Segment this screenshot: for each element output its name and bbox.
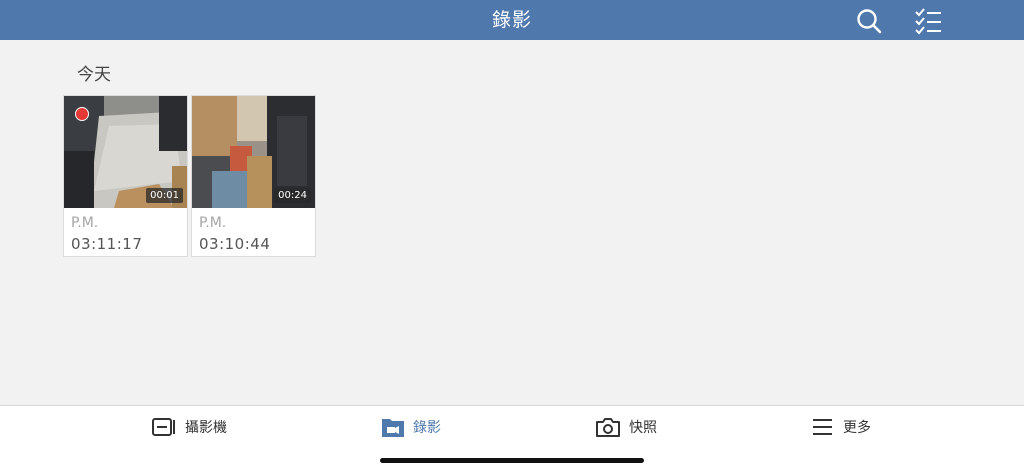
video-folder-icon — [382, 419, 404, 437]
tab-label: 更多 — [843, 420, 871, 436]
tab-label: 快照 — [629, 420, 657, 436]
time-label: 03:11:17 — [71, 235, 143, 253]
section-title: 今天 — [77, 65, 111, 85]
duration-badge: 00:01 — [146, 188, 183, 203]
top-bar: 錄影 — [0, 0, 1024, 40]
tab-camera[interactable]: 攝影機 — [151, 414, 227, 440]
ampm-label: P.M. — [71, 215, 99, 231]
tab-label: 攝影機 — [185, 420, 227, 436]
camera-icon — [596, 418, 620, 437]
video-thumbnail: 00:24 — [192, 96, 315, 208]
search-icon[interactable] — [854, 6, 884, 36]
time-label: 03:10:44 — [199, 235, 271, 253]
tab-more[interactable]: 更多 — [811, 414, 871, 440]
recording-card[interactable]: 00:24 P.M. 03:10:44 — [191, 95, 316, 257]
menu-icon — [813, 419, 832, 435]
tab-label: 錄影 — [413, 420, 441, 436]
camera-device-icon — [152, 418, 175, 436]
home-indicator — [380, 458, 644, 463]
tab-recordings[interactable]: 錄影 — [381, 414, 441, 440]
recording-indicator-icon — [75, 107, 89, 121]
duration-badge: 00:24 — [274, 188, 311, 203]
video-thumbnail: 00:01 — [64, 96, 187, 208]
checklist-icon[interactable] — [913, 6, 943, 36]
tab-snapshots[interactable]: 快照 — [595, 414, 657, 440]
recording-card[interactable]: 00:01 P.M. 03:11:17 — [63, 95, 188, 257]
ampm-label: P.M. — [199, 215, 227, 231]
